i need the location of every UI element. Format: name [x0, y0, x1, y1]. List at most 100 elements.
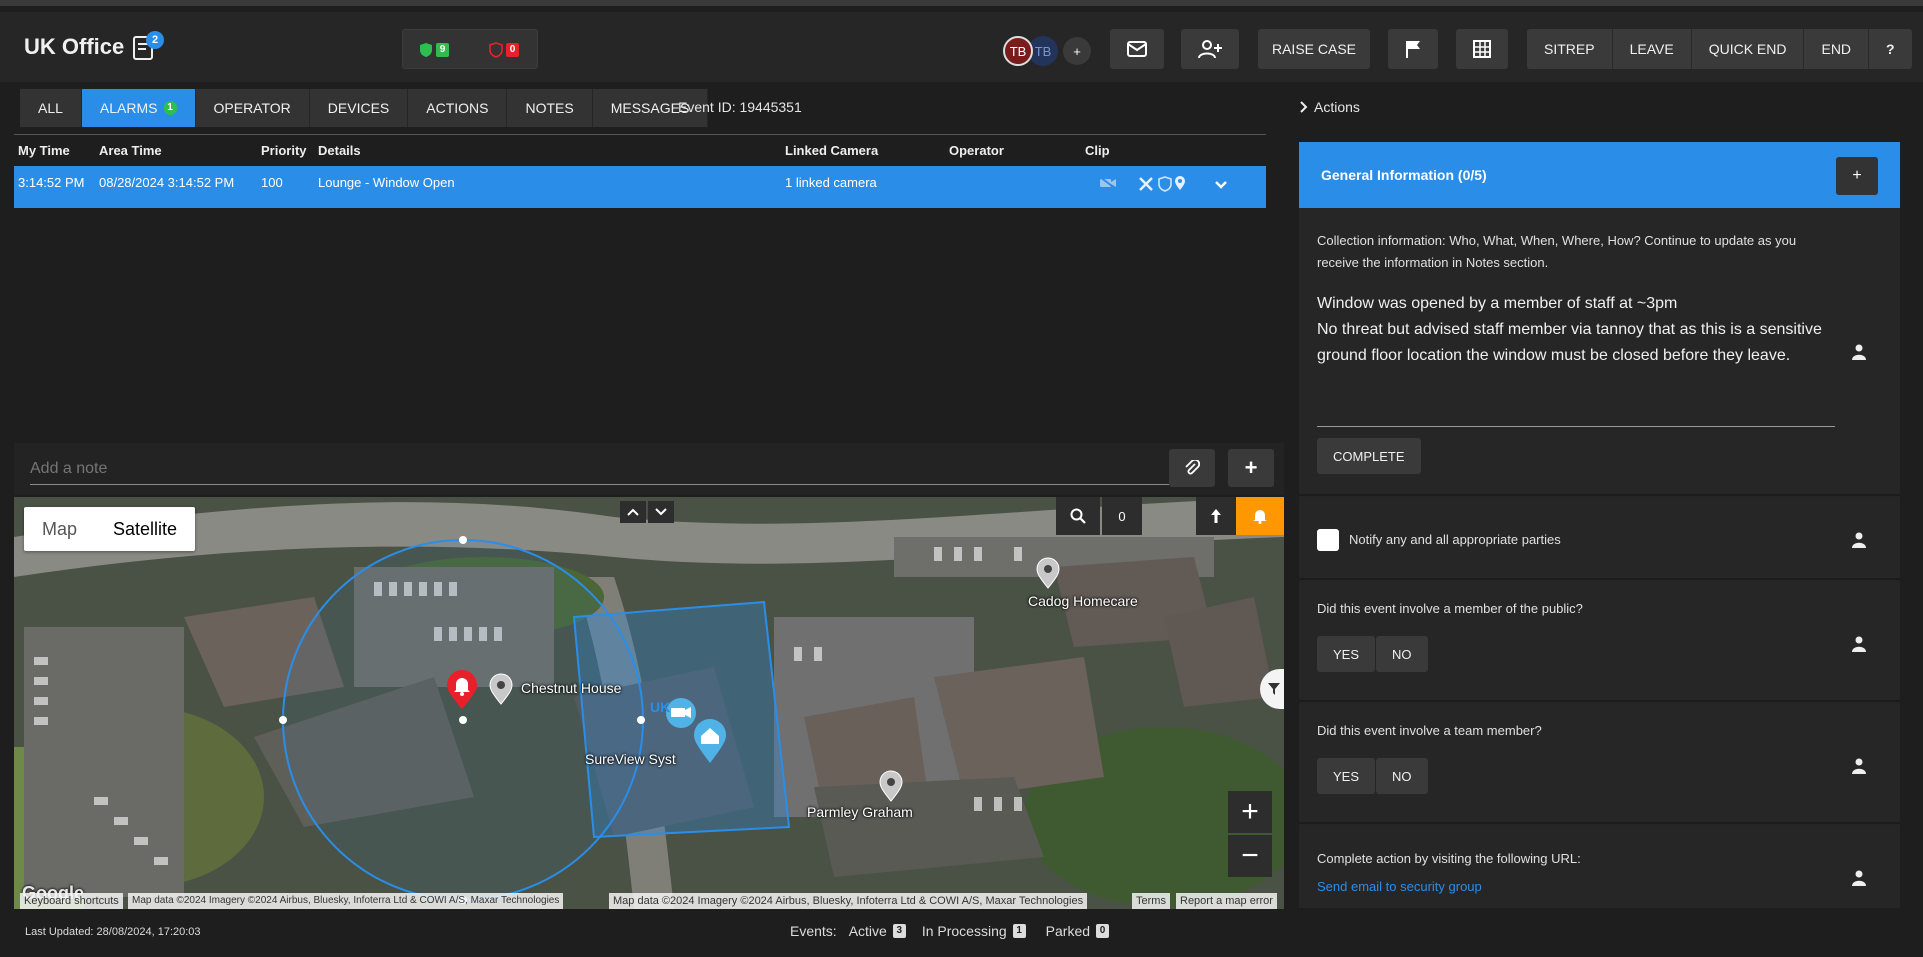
- video-off-icon[interactable]: [1099, 176, 1117, 193]
- parked-label[interactable]: Parked: [1046, 923, 1090, 939]
- shield-check-icon: [420, 43, 432, 57]
- shield-green-status[interactable]: 9: [419, 42, 449, 58]
- chevron-down-icon[interactable]: [1214, 178, 1228, 193]
- general-info-add-button[interactable]: +: [1836, 157, 1878, 195]
- tab-label: OPERATOR: [213, 100, 291, 116]
- url-action-text: Complete action by visiting the followin…: [1317, 851, 1581, 866]
- no-button[interactable]: NO: [1376, 636, 1428, 672]
- map-north-button[interactable]: [1196, 497, 1236, 535]
- raise-case-button[interactable]: RAISE CASE: [1258, 29, 1370, 69]
- home-marker-icon[interactable]: [690, 715, 730, 765]
- satellite-imagery: [14, 497, 1284, 909]
- yes-no-group: YES NO: [1317, 636, 1428, 672]
- actions-panel-toggle[interactable]: Actions: [1300, 99, 1360, 115]
- leave-button[interactable]: LEAVE: [1613, 29, 1692, 69]
- active-count: 3: [892, 924, 906, 938]
- notify-checkbox[interactable]: [1317, 529, 1339, 551]
- column-header: Priority: [261, 143, 307, 158]
- shield-red-count: 0: [506, 43, 519, 57]
- table-row[interactable]: 3:14:52 PM 08/28/2024 3:14:52 PM 100 Lou…: [14, 166, 1266, 208]
- person-icon[interactable]: [1852, 532, 1866, 548]
- person-icon[interactable]: [1852, 344, 1866, 360]
- mail-button[interactable]: [1110, 29, 1164, 69]
- avatar[interactable]: TB: [1003, 36, 1033, 66]
- end-button[interactable]: END: [1804, 29, 1870, 69]
- add-participant-button[interactable]: +: [1063, 37, 1091, 65]
- page-title: UK Office: [24, 34, 125, 59]
- site-pin-icon[interactable]: [1035, 557, 1061, 589]
- location-pin-icon[interactable]: [1174, 175, 1186, 194]
- event-counters: Events: Active 3 In Processing 1 Parked …: [790, 923, 1110, 939]
- yes-button[interactable]: YES: [1317, 758, 1376, 794]
- tab-actions[interactable]: ACTIONS: [408, 89, 508, 127]
- tab-label: NOTES: [525, 100, 574, 116]
- chevron-up-icon[interactable]: [620, 501, 646, 523]
- shield-icon[interactable]: [1158, 176, 1172, 195]
- actions-panel: General Information (0/5) + Collection i…: [1299, 142, 1900, 908]
- grid-button[interactable]: [1456, 29, 1508, 69]
- map-counter: 0: [1102, 497, 1142, 535]
- map-alarm-button[interactable]: [1236, 497, 1284, 535]
- person-icon[interactable]: [1852, 636, 1866, 652]
- cell-priority: 100: [261, 175, 283, 190]
- sitrep-button[interactable]: SITREP: [1527, 29, 1613, 69]
- quick-end-button[interactable]: QUICK END: [1692, 29, 1805, 69]
- tab-notes[interactable]: NOTES: [507, 89, 593, 127]
- add-user-icon: [1198, 40, 1222, 59]
- event-tabs: ALL ALARMS 1 OPERATOR DEVICES ACTIONS NOT…: [20, 89, 709, 127]
- tab-label: ACTIONS: [426, 100, 489, 116]
- complete-button[interactable]: COMPLETE: [1317, 438, 1421, 474]
- yes-button[interactable]: YES: [1317, 636, 1376, 672]
- tools-icon[interactable]: [1138, 176, 1154, 195]
- site-pin-icon[interactable]: [878, 770, 904, 802]
- report-map-error-link[interactable]: Report a map error: [1176, 893, 1277, 909]
- flag-button[interactable]: [1388, 29, 1438, 69]
- tab-devices[interactable]: DEVICES: [310, 89, 409, 127]
- tab-alarms[interactable]: ALARMS 1: [81, 89, 196, 127]
- tab-operator[interactable]: OPERATOR: [196, 89, 310, 127]
- public-question-card: Did this event involve a member of the p…: [1299, 582, 1900, 702]
- flag-icon: [1406, 41, 1420, 58]
- general-info-header[interactable]: General Information (0/5) +: [1299, 142, 1900, 208]
- column-header: Linked Camera: [785, 143, 879, 158]
- map-search-button[interactable]: [1056, 497, 1100, 535]
- note-input[interactable]: [30, 453, 1170, 485]
- collection-note-line: Window was opened by a member of staff a…: [1317, 295, 1678, 312]
- shield-red-status[interactable]: 0: [489, 42, 519, 58]
- arrow-up-icon: [1211, 509, 1221, 523]
- alarms-table-header: My Time Area Time Priority Details Linke…: [14, 134, 1266, 164]
- map-type-toggle: Map Satellite: [24, 507, 196, 551]
- map-type-map-button[interactable]: Map: [24, 507, 95, 551]
- help-button[interactable]: ?: [1869, 29, 1912, 69]
- no-button[interactable]: NO: [1376, 758, 1428, 794]
- input-underline: [1317, 426, 1835, 427]
- tab-all[interactable]: ALL: [20, 89, 82, 127]
- active-label[interactable]: Active: [849, 923, 887, 939]
- processing-label[interactable]: In Processing: [922, 923, 1007, 939]
- person-icon[interactable]: [1852, 758, 1866, 774]
- collection-note-line: No threat but advised staff member via t…: [1317, 321, 1822, 364]
- chevron-down-icon[interactable]: [648, 501, 674, 523]
- satellite-map[interactable]: Chestnut House Cadog Homecare Parmley Gr…: [14, 497, 1284, 909]
- map-attribution: Map data ©2024 Imagery ©2024 Airbus, Blu…: [128, 893, 564, 909]
- send-email-link[interactable]: Send email to security group: [1317, 876, 1482, 898]
- actions-title: Actions: [1314, 99, 1360, 115]
- terms-link[interactable]: Terms: [1132, 893, 1170, 909]
- map-type-satellite-button[interactable]: Satellite: [95, 507, 195, 551]
- keyboard-shortcuts-link[interactable]: Keyboard shortcuts: [20, 893, 123, 909]
- notes-count-badge: 2: [146, 31, 164, 49]
- attach-button[interactable]: [1169, 449, 1215, 487]
- add-user-button[interactable]: [1181, 29, 1239, 69]
- cell-linked-camera[interactable]: 1 linked camera: [785, 175, 877, 190]
- site-pin-icon[interactable]: [488, 673, 514, 705]
- app-frame: UK Office 2 9 0 TB TB + RAISE CASE SITRE…: [0, 0, 1923, 957]
- public-question: Did this event involve a member of the p…: [1317, 601, 1583, 616]
- shield-alert-icon: [489, 42, 503, 58]
- zoom-in-button[interactable]: +: [1228, 791, 1272, 833]
- bell-icon: [1253, 510, 1267, 524]
- zoom-out-button[interactable]: −: [1228, 835, 1272, 877]
- add-note-button[interactable]: +: [1228, 449, 1274, 487]
- person-icon[interactable]: [1852, 870, 1866, 886]
- paperclip-icon: [1185, 460, 1200, 475]
- alarm-bell-marker[interactable]: [445, 670, 479, 710]
